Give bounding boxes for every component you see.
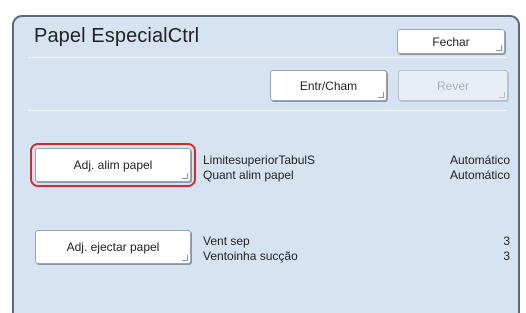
- adjust-paper-eject-button[interactable]: Adj. ejectar papel: [35, 230, 191, 264]
- paper-eject-info-values: 3 3: [503, 234, 510, 264]
- separation-fan-label: Vent sep: [203, 234, 250, 248]
- paper-feed-info-values: Automático Automático: [450, 153, 510, 183]
- upper-limit-value: Automático: [449, 153, 510, 167]
- toolbar-divider: [28, 110, 506, 111]
- header-divider: [28, 57, 506, 58]
- suction-fan-label: Ventoinha sucção: [203, 249, 298, 263]
- paper-feed-info-labels: LimitesuperiorTabulS Quant alim papel: [203, 153, 315, 183]
- close-button[interactable]: Fechar: [397, 29, 505, 54]
- rever-button[interactable]: Rever: [398, 70, 508, 101]
- feed-quantity-value: Automático: [449, 168, 510, 182]
- special-paper-control-panel: Papel EspecialCtrl Fechar Entr/Cham Reve…: [12, 15, 520, 313]
- upper-limit-label: LimitesuperiorTabulS: [203, 153, 316, 167]
- separation-fan-value: 3: [503, 234, 510, 248]
- feed-quantity-label: Quant alim papel: [203, 168, 294, 182]
- paper-eject-info-labels: Vent sep Ventoinha sucção: [203, 234, 298, 264]
- entr-cham-button[interactable]: Entr/Cham: [270, 70, 387, 101]
- adjust-paper-feed-button[interactable]: Adj. alim papel: [35, 148, 191, 182]
- suction-fan-value: 3: [503, 249, 510, 263]
- page-title: Papel EspecialCtrl: [34, 25, 200, 47]
